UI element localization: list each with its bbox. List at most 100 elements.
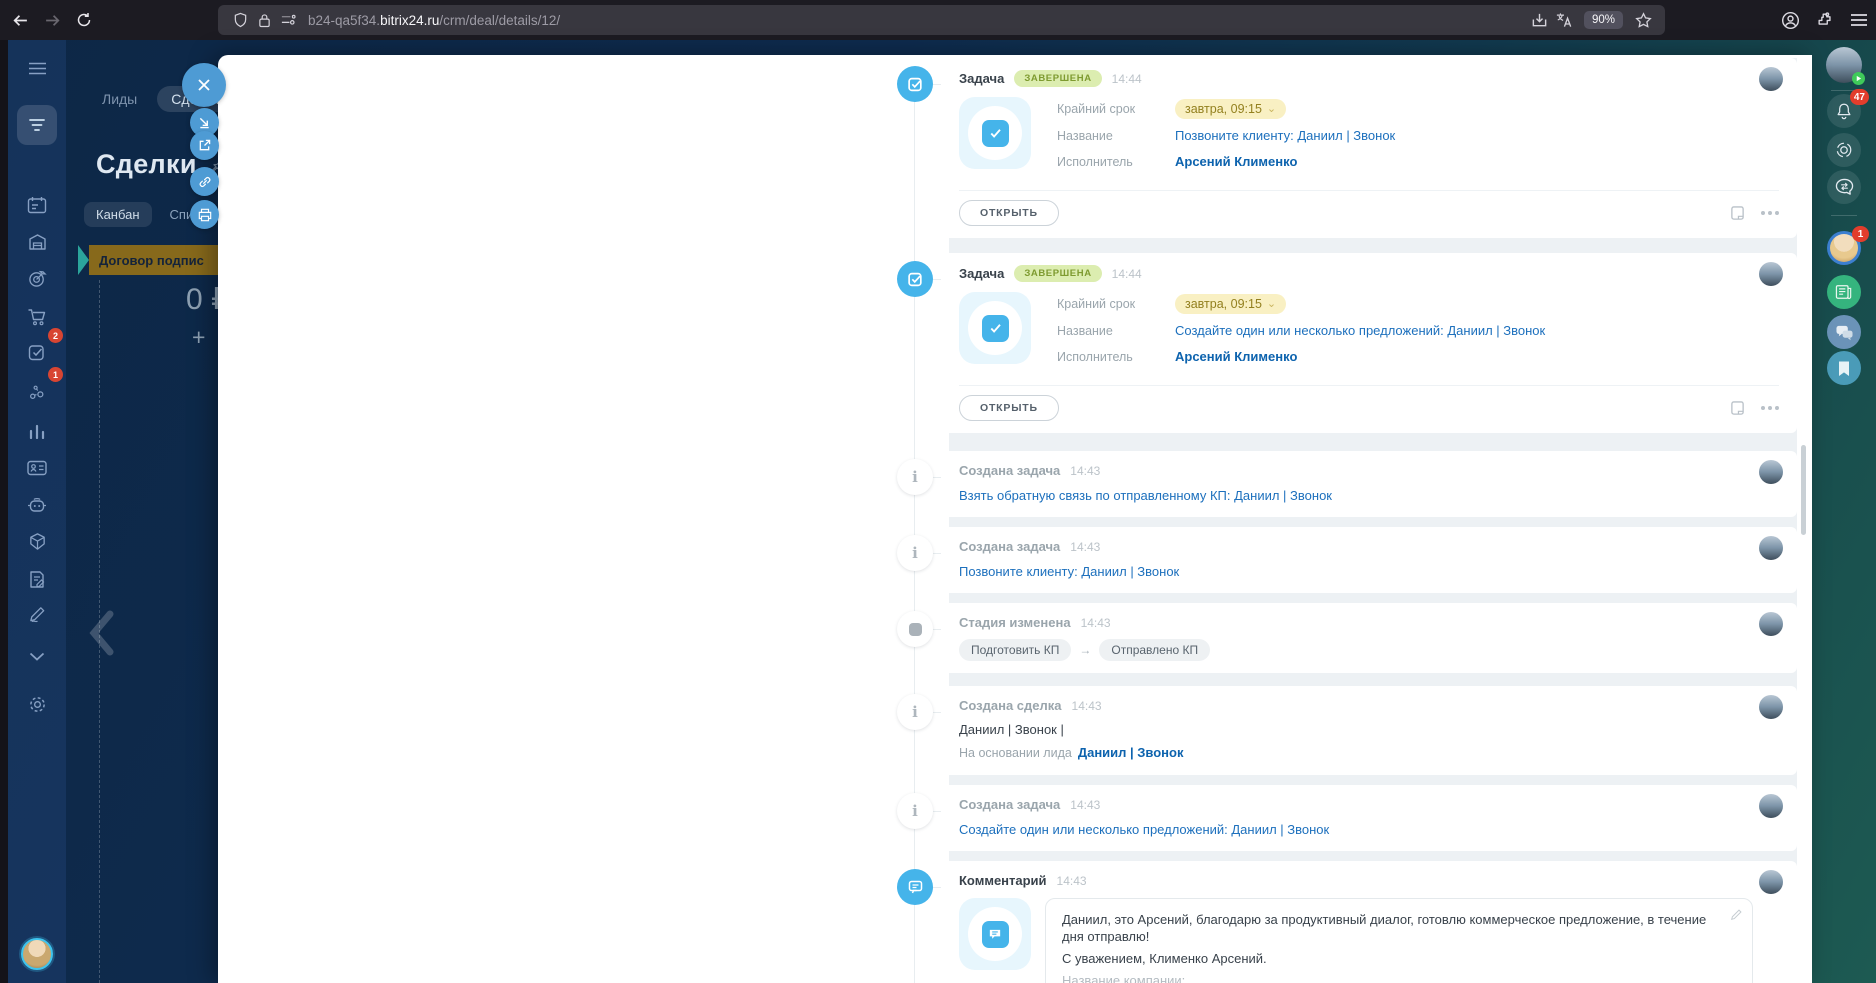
sidebar-item-crm[interactable] <box>17 258 57 298</box>
deadline-pill[interactable]: завтра, 09:15 ⌄ <box>1175 99 1287 119</box>
edit-pencil-icon[interactable] <box>1730 909 1742 921</box>
comment-line: С уважением, Клименко Арсений. <box>1062 951 1267 966</box>
name-label: Название <box>1057 323 1113 338</box>
right-rail: 47 1 <box>1812 40 1876 983</box>
close-slider-button[interactable] <box>182 63 226 107</box>
open-in-new-button[interactable] <box>190 131 219 160</box>
task-tile-icon <box>959 292 1031 364</box>
comment-box: Даниил, это Арсений, благодарю за продук… <box>1045 898 1753 983</box>
task-card: Задача ЗАВЕРШЕНА 14:44 Крайний срок завт… <box>941 253 1797 433</box>
sidebar-item-catalog[interactable] <box>17 521 57 561</box>
stage-to-pill: Отправлено КП <box>1099 639 1211 661</box>
sidebar-item-documents[interactable] <box>17 559 57 599</box>
tasks-badge: 2 <box>48 328 63 343</box>
shield-icon[interactable] <box>228 9 252 31</box>
more-actions-icon[interactable] <box>1761 406 1779 410</box>
add-deal-button[interactable]: + <box>192 324 205 351</box>
sidebar-item-tasks[interactable]: 2 <box>17 328 63 372</box>
bookmark-star-icon[interactable] <box>1631 9 1655 31</box>
sidebar-item-settings[interactable] <box>17 684 57 724</box>
extensions-icon[interactable] <box>1816 11 1834 29</box>
timeline-entry-info: i Создана задача 14:43 Создайте один или… <box>897 785 1797 851</box>
url-bar[interactable]: b24-qa5f34.bitrix24.ru/crm/deal/details/… <box>218 5 1665 35</box>
entry-time: 14:43 <box>1071 698 1102 713</box>
entry-title: Создана сделка <box>959 698 1062 713</box>
sidebar-item-robot[interactable] <box>17 485 57 525</box>
account-icon[interactable] <box>1781 11 1800 30</box>
open-task-button[interactable]: ОТКРЫТЬ <box>959 395 1059 421</box>
copy-link-button[interactable] <box>190 167 219 196</box>
task-link[interactable]: Позвоните клиенту: Даниил | Звонок <box>959 564 1179 579</box>
info-card: Создана задача 14:43 Позвоните клиенту: … <box>941 527 1797 593</box>
profile-avatar[interactable] <box>1826 47 1865 85</box>
author-avatar <box>1759 67 1783 91</box>
forward-icon[interactable] <box>40 8 64 32</box>
comment-note-icon[interactable] <box>1730 205 1745 222</box>
bookmark-icon[interactable] <box>1827 351 1861 385</box>
zoom-badge[interactable]: 90% <box>1583 11 1623 29</box>
stage-funnel-arrow <box>78 245 89 275</box>
info-icon: i <box>897 459 933 495</box>
sidebar-item-calendar[interactable] <box>17 185 57 225</box>
info-icon: i <box>897 535 933 571</box>
current-user-avatar[interactable] <box>21 938 53 970</box>
task-tile-icon <box>959 97 1031 169</box>
open-task-button[interactable]: ОТКРЫТЬ <box>959 200 1059 226</box>
chats-icon[interactable] <box>1827 315 1861 349</box>
view-tab-kanban[interactable]: Канбан <box>84 202 152 227</box>
news-icon[interactable] <box>1827 275 1861 309</box>
comment-note-icon[interactable] <box>1730 400 1745 417</box>
status-badge: ЗАВЕРШЕНА <box>1014 70 1102 87</box>
sidebar-item-storage[interactable] <box>17 222 57 262</box>
download-icon[interactable] <box>1528 9 1552 31</box>
comment-tile-icon <box>959 898 1031 970</box>
sidebar-item-filter[interactable] <box>17 105 57 145</box>
task-name-link[interactable]: Позвоните клиенту: Даниил | Звонок <box>1175 128 1395 143</box>
deadline-label: Крайний срок <box>1057 297 1136 311</box>
deadline-pill[interactable]: завтра, 09:15 ⌄ <box>1175 294 1287 314</box>
deadline-label: Крайний срок <box>1057 102 1136 116</box>
focus-target-icon[interactable] <box>1827 133 1861 167</box>
panel-scrollbar[interactable] <box>1801 445 1806 535</box>
tab-leads[interactable]: Лиды <box>88 86 151 112</box>
menu-icon[interactable] <box>1850 13 1868 27</box>
author-avatar <box>1759 612 1783 636</box>
assignee-link[interactable]: Арсений Клименко <box>1175 154 1297 169</box>
entry-time: 14:44 <box>1111 266 1142 281</box>
sidebar-item-network[interactable]: 1 <box>17 367 63 411</box>
task-name-link[interactable]: Создайте один или несколько предложений:… <box>1175 323 1545 338</box>
assignee-label: Исполнитель <box>1057 154 1133 169</box>
entry-title: Комментарий <box>959 873 1047 888</box>
translate-icon[interactable] <box>1552 9 1576 31</box>
sidebar-item-sign[interactable] <box>17 594 57 634</box>
task-link[interactable]: Взять обратную связь по отправленному КП… <box>959 488 1332 503</box>
user-avatar[interactable]: 1 <box>1827 226 1869 265</box>
more-actions-icon[interactable] <box>1761 211 1779 215</box>
kanban-stage-header[interactable]: Договор подпис <box>89 245 218 275</box>
print-button[interactable] <box>190 200 219 229</box>
info-icon: i <box>897 694 933 730</box>
name-label: Название <box>1057 128 1113 143</box>
notifications-bell-icon[interactable]: 47 <box>1827 89 1869 128</box>
lock-icon[interactable] <box>252 9 276 31</box>
chevron-down-icon: ⌄ <box>1266 298 1277 310</box>
timeline-entry-stage: Стадия изменена 14:43 Подготовить КП → О… <box>897 603 1797 673</box>
sidebar-item-reports[interactable] <box>17 410 57 450</box>
lead-link[interactable]: Даниил | Звонок <box>1078 745 1184 760</box>
assignee-link[interactable]: Арсений Клименко <box>1175 349 1297 364</box>
entry-title: Создана задача <box>959 463 1061 478</box>
back-icon[interactable] <box>8 8 32 32</box>
permissions-icon[interactable] <box>276 9 300 31</box>
entry-title: Стадия изменена <box>959 615 1071 630</box>
sidebar-more-chevron-icon[interactable] <box>17 636 57 676</box>
task-link[interactable]: Создайте один или несколько предложений:… <box>959 822 1329 837</box>
entry-time: 14:43 <box>1070 463 1101 478</box>
comment-line: Название компании: <box>1062 973 1186 983</box>
messenger-sync-icon[interactable] <box>1827 170 1861 204</box>
kanban-collapse-chevron[interactable] <box>88 610 114 656</box>
entry-time: 14:43 <box>1080 615 1111 630</box>
sidebar-item-contact-card[interactable] <box>17 448 57 488</box>
reload-icon[interactable] <box>72 8 96 32</box>
sidebar-menu-icon[interactable] <box>17 48 57 88</box>
author-avatar <box>1759 695 1783 719</box>
